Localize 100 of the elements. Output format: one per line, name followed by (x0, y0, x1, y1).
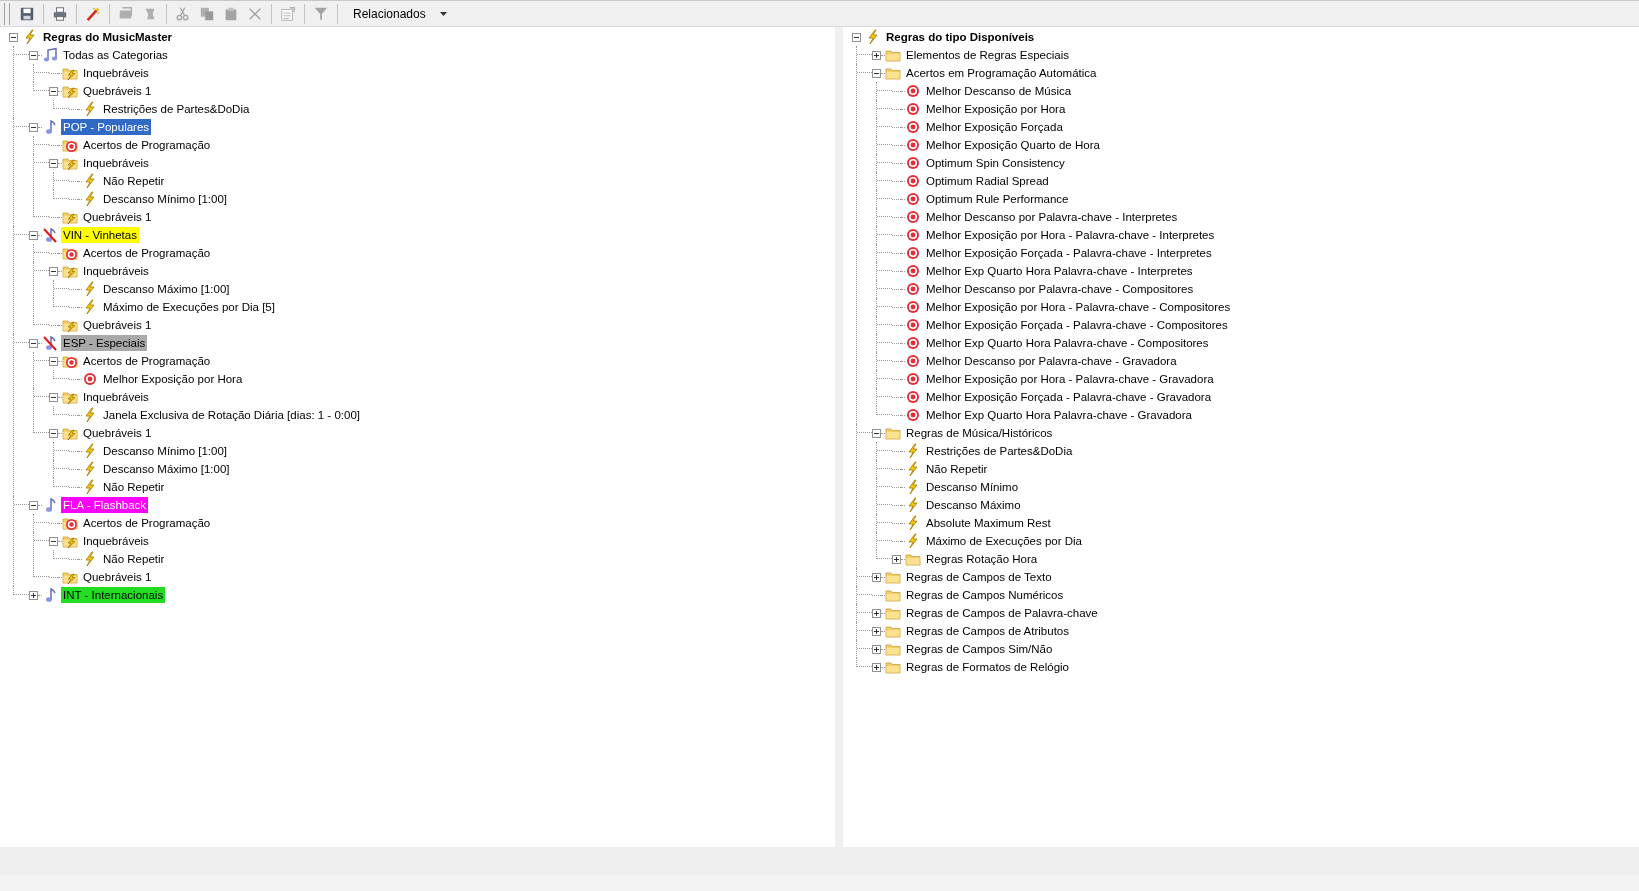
tree-item[interactable]: Optimum Spin Consistency (924, 155, 1067, 171)
tree-item[interactable]: POP - Populares (61, 119, 152, 135)
tree-item[interactable]: Inquebráveis (81, 155, 151, 171)
tree-item[interactable]: Descanso Mínimo [1:00] (101, 191, 229, 207)
tree-item[interactable]: Quebráveis 1 (81, 569, 154, 585)
tree-item[interactable]: Regras de Campos de Palavra-chave (904, 605, 1100, 621)
tree-item[interactable]: Regras de Formatos de Relógio (904, 659, 1071, 675)
tree-item[interactable]: Restrições de Partes&DoDia (924, 443, 1075, 459)
collapse-icon[interactable] (49, 428, 58, 438)
expand-icon[interactable] (872, 644, 881, 654)
tree-item[interactable]: Máximo de Execuções por Dia [5] (101, 299, 277, 315)
tree-item[interactable]: Melhor Exposição Quarto de Hora (924, 137, 1102, 153)
tree-item[interactable]: Melhor Exposição por Hora - Palavra-chave - Compositores (924, 299, 1233, 315)
tree-item[interactable]: Melhor Exposição Forçada - Palavra-chave - Gravadora (924, 389, 1214, 405)
tree-item[interactable]: Todas as Categorias (61, 47, 170, 63)
tree-item[interactable]: INT - Internacionais (61, 587, 166, 603)
tree-item[interactable]: Janela Exclusiva de Rotação Diária [dias: 1 - 0:00] (101, 407, 362, 423)
expand-icon[interactable] (29, 590, 38, 600)
expand-icon[interactable] (872, 626, 881, 636)
tree-item[interactable]: Elementos de Regras Especiais (904, 47, 1071, 63)
copy-icon (199, 5, 215, 22)
target-icon (905, 407, 921, 423)
tree-item[interactable]: Inquebráveis (81, 533, 151, 549)
tree-item[interactable]: Melhor Exposição por Hora - Palavra-chave - Interpretes (924, 227, 1217, 243)
tree-item[interactable]: Acertos de Programação (81, 245, 213, 261)
tree-item[interactable]: Melhor Exposição Forçada - Palavra-chave - Compositores (924, 317, 1230, 333)
expand-icon[interactable] (872, 662, 881, 672)
tree-item[interactable]: Inquebráveis (81, 263, 151, 279)
tree-item[interactable]: Acertos de Programação (81, 137, 213, 153)
tree-item[interactable]: Não Repetir (101, 551, 167, 567)
collapse-icon[interactable] (29, 50, 38, 60)
expand-icon[interactable] (872, 572, 881, 582)
tree-item[interactable]: Melhor Descanso por Palavra-chave - Interpretes (924, 209, 1180, 225)
tree-item[interactable]: Melhor Exposição por Hora - Palavra-chave - Gravadora (924, 371, 1216, 387)
tree-item[interactable]: Descanso Mínimo (924, 479, 1021, 495)
collapse-icon[interactable] (49, 86, 58, 96)
collapse-icon[interactable] (29, 230, 38, 240)
collapse-icon[interactable] (852, 32, 861, 42)
collapse-icon[interactable] (49, 356, 58, 366)
tree-item[interactable]: Quebráveis 1 (81, 83, 154, 99)
tree-item[interactable]: VIN - Vinhetas (61, 227, 139, 243)
expand-icon[interactable] (872, 50, 881, 60)
folder-icon (885, 641, 901, 657)
tree-item[interactable]: Regras de Campos de Texto (904, 569, 1054, 585)
tree-item[interactable]: Melhor Exposição Forçada - Palavra-chave - Interpretes (924, 245, 1214, 261)
collapse-icon[interactable] (49, 158, 58, 168)
tree-item[interactable]: Inquebráveis (81, 65, 151, 81)
tree-item[interactable]: Descanso Máximo (924, 497, 1023, 513)
collapse-icon[interactable] (872, 68, 881, 78)
tree-item[interactable]: Regras do MusicMaster (41, 29, 175, 45)
tree-item[interactable]: Melhor Descanso por Palavra-chave - Compositores (924, 281, 1196, 297)
tree-item[interactable]: Regras do tipo Disponíveis (884, 29, 1037, 45)
tree-item[interactable]: Não Repetir (924, 461, 990, 477)
tree-item[interactable]: Melhor Exp Quarto Hora Palavra-chave - Compositores (924, 335, 1211, 351)
tree-item[interactable]: Inquebráveis (81, 389, 151, 405)
tree-item[interactable]: Descanso Mínimo [1:00] (101, 443, 229, 459)
target-icon (905, 209, 921, 225)
tree-item[interactable]: Melhor Exposição Forçada (924, 119, 1065, 135)
tree-item[interactable]: Quebráveis 1 (81, 425, 154, 441)
tree-item[interactable]: Regras de Música/Históricos (904, 425, 1055, 441)
related-dropdown[interactable]: Relacionados (343, 2, 453, 25)
tree-item[interactable]: Optimum Radial Spread (924, 173, 1051, 189)
tree-item[interactable]: Máximo de Execuções por Dia (924, 533, 1084, 549)
expand-icon[interactable] (872, 608, 881, 618)
tree-item[interactable]: Melhor Exp Quarto Hora Palavra-chave - Interpretes (924, 263, 1195, 279)
collapse-icon[interactable] (29, 500, 38, 510)
folder-icon (885, 623, 901, 639)
tree-item[interactable]: Não Repetir (101, 479, 167, 495)
collapse-icon[interactable] (29, 122, 38, 132)
expand-icon[interactable] (892, 554, 901, 564)
tree-item[interactable]: Melhor Descanso por Palavra-chave - Gravadora (924, 353, 1179, 369)
collapse-icon[interactable] (49, 266, 58, 276)
tree-item[interactable]: Acertos de Programação (81, 515, 213, 531)
tree-item[interactable]: ESP - Especiais (61, 335, 148, 351)
collapse-icon[interactable] (49, 392, 58, 402)
tree-item[interactable]: Regras de Campos Numéricos (904, 587, 1066, 603)
tree-item[interactable]: Acertos em Programação Automática (904, 65, 1099, 81)
collapse-icon[interactable] (872, 428, 881, 438)
tree-item[interactable]: Melhor Exposição por Hora (101, 371, 245, 387)
tree-item[interactable]: Regras de Campos Sim/Não (904, 641, 1055, 657)
tree-item[interactable]: Melhor Exp Quarto Hora Palavra-chave - Gravadora (924, 407, 1194, 423)
collapse-icon[interactable] (9, 32, 18, 42)
tree-item[interactable]: Melhor Descanso de Música (924, 83, 1074, 99)
tree-item[interactable]: Regras de Campos de Atributos (904, 623, 1071, 639)
tree-item[interactable]: Descanso Máximo [1:00] (101, 461, 232, 477)
tree-item[interactable]: Quebráveis 1 (81, 317, 154, 333)
tree-item[interactable]: Melhor Exposição por Hora (924, 101, 1068, 117)
tree-item[interactable]: Restrições de Partes&DoDia (101, 101, 252, 117)
collapse-icon[interactable] (29, 338, 38, 348)
collapse-icon[interactable] (49, 536, 58, 546)
folder-bolt-icon (62, 425, 78, 441)
folder-icon (885, 425, 901, 441)
tree-item[interactable]: Regras Rotação Hora (924, 551, 1040, 567)
tree-item[interactable]: Absolute Maximum Rest (924, 515, 1053, 531)
crossed-music-note-icon (42, 227, 58, 243)
tree-item[interactable]: Quebráveis 1 (81, 209, 154, 225)
tree-item[interactable]: Optimum Rule Performance (924, 191, 1071, 207)
tree-item[interactable]: Acertos de Programação (81, 353, 213, 369)
tree-item[interactable]: Descanso Máximo [1:00] (101, 281, 232, 297)
tree-item[interactable]: Não Repetir (101, 173, 167, 189)
